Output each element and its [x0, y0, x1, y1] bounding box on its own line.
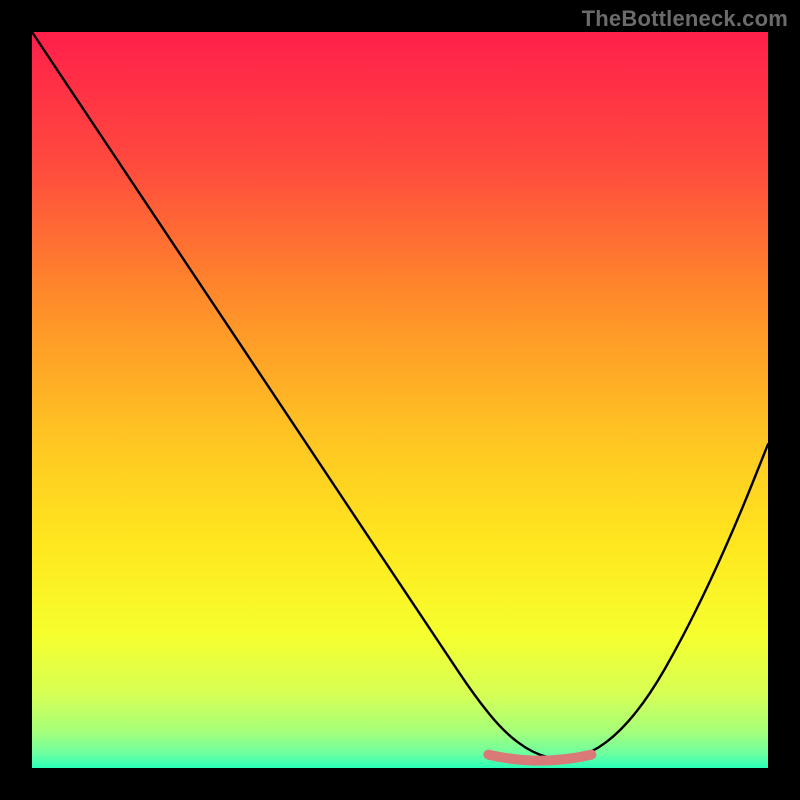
chart-frame: TheBottleneck.com [0, 0, 800, 800]
plot-area [32, 32, 768, 768]
bottleneck-chart [32, 32, 768, 768]
gradient-background [32, 32, 768, 768]
watermark-text: TheBottleneck.com [582, 6, 788, 32]
